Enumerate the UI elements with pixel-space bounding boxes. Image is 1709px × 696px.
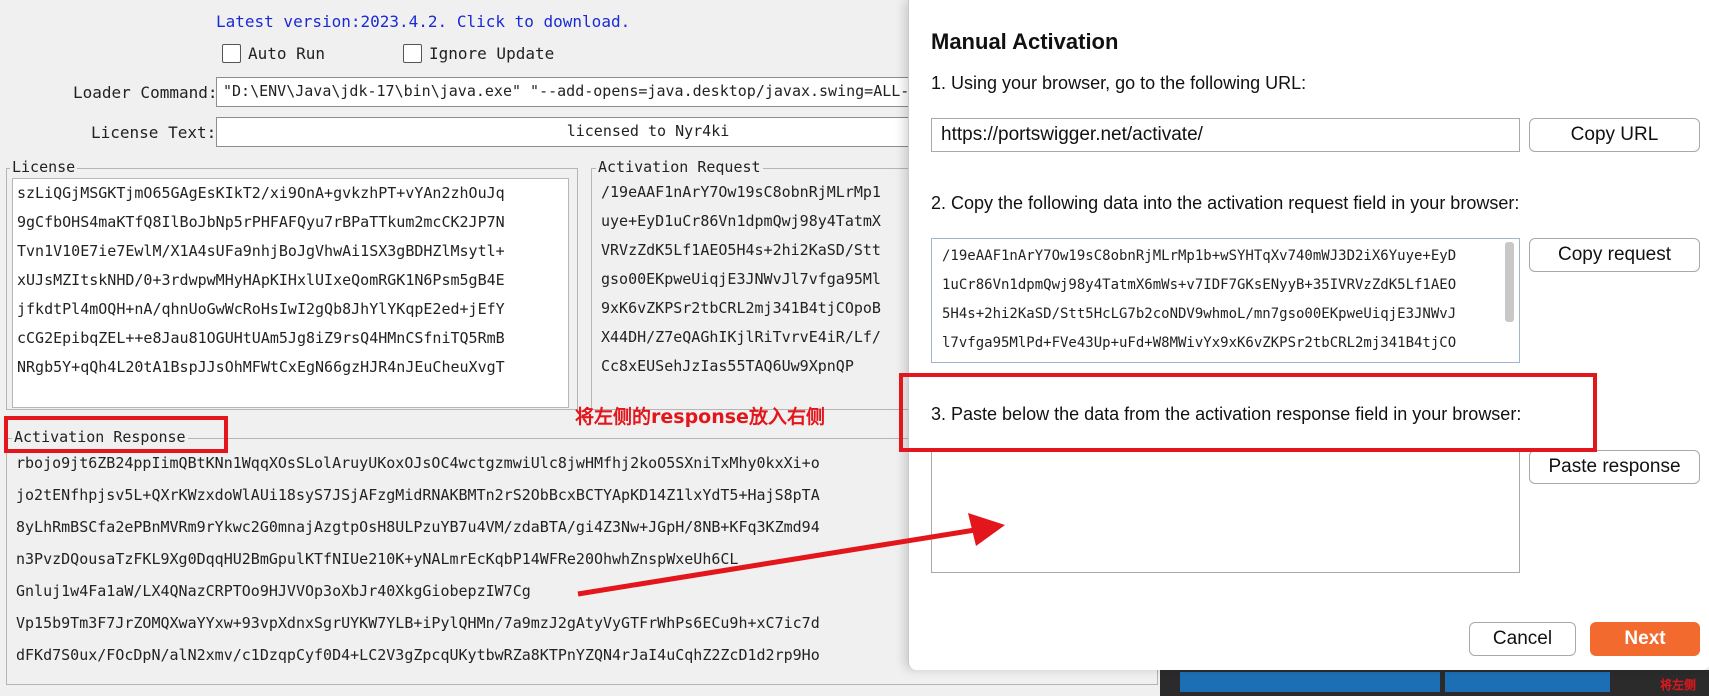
annotation-arrow xyxy=(577,513,1005,597)
arrow-shaft xyxy=(577,527,976,597)
arrow-head xyxy=(968,513,1005,546)
